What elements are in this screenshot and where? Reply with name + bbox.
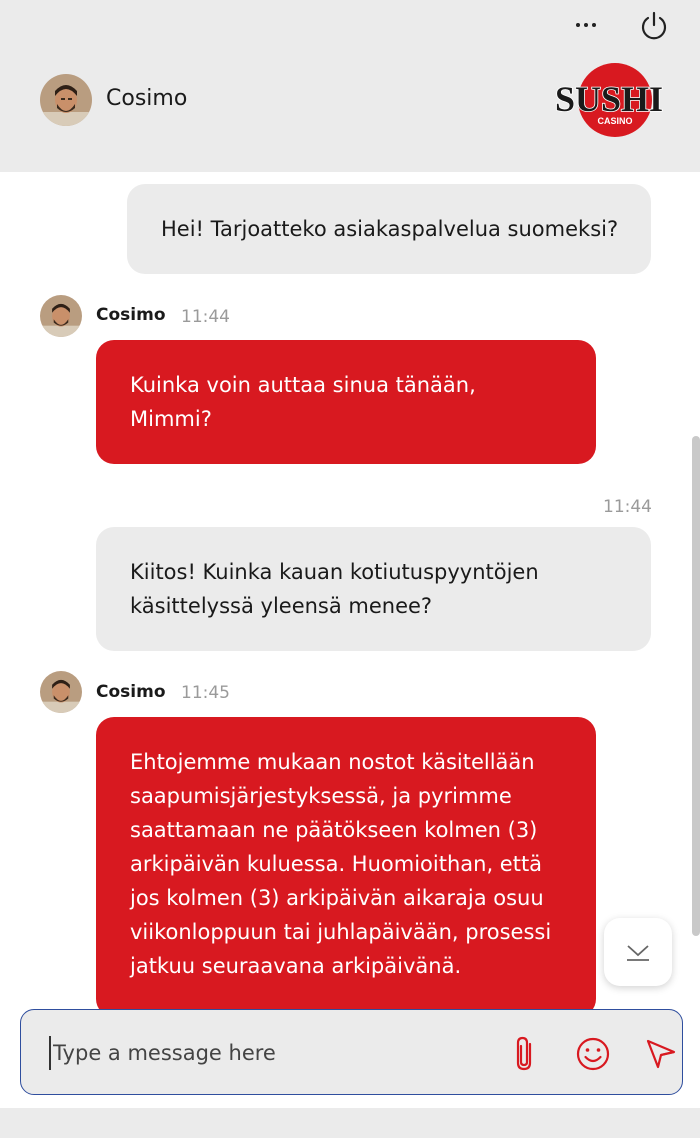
send-icon[interactable] [643,1036,679,1072]
agent-name: Cosimo [106,86,188,111]
message-sender-name: Cosimo [96,682,166,702]
agent-message-avatar [40,295,82,337]
agent-message-bubble: Ehtojemme mukaan nostot käsitellään saap… [96,717,596,1017]
chat-transcript[interactable]: Hei! Tarjoatteko asiakaspalvelua suomeks… [0,172,700,1112]
agent-avatar [40,74,92,126]
message-timestamp: 11:44 [603,497,652,517]
scroll-to-bottom-button[interactable] [604,918,672,986]
agent-message-avatar [40,671,82,713]
scrollbar[interactable] [692,436,700,936]
footer-strip [0,1108,700,1138]
more-options-icon[interactable] [568,12,604,38]
message-text: Ehtojemme mukaan nostot käsitellään saap… [130,750,552,978]
power-icon[interactable] [638,10,670,42]
user-message-bubble: Hei! Tarjoatteko asiakaspalvelua suomeks… [127,184,651,274]
message-input[interactable] [49,1036,469,1070]
agent-message-bubble: Kuinka voin auttaa sinua tänään, Mimmi? [96,340,596,464]
message-timestamp: 11:44 [181,307,230,327]
emoji-icon[interactable] [575,1036,611,1072]
message-sender-name: Cosimo [96,305,166,325]
message-text: Hei! Tarjoatteko asiakaspalvelua suomeks… [161,217,619,241]
chat-header: Cosimo SUSHI CASINO [0,0,700,172]
message-text: Kiitos! Kuinka kauan kotiutuspyyntöjen k… [130,560,539,618]
sushi-casino-logo: SUSHI CASINO [554,63,664,137]
chevron-down-icon [627,945,649,961]
attach-icon[interactable] [507,1034,543,1074]
message-composer [20,1009,683,1095]
message-timestamp: 11:45 [181,683,230,703]
svg-text:SUSHI: SUSHI [555,79,663,119]
svg-text:CASINO: CASINO [597,116,632,126]
user-message-bubble: Kiitos! Kuinka kauan kotiutuspyyntöjen k… [96,527,651,651]
message-text: Kuinka voin auttaa sinua tänään, Mimmi? [130,373,476,431]
